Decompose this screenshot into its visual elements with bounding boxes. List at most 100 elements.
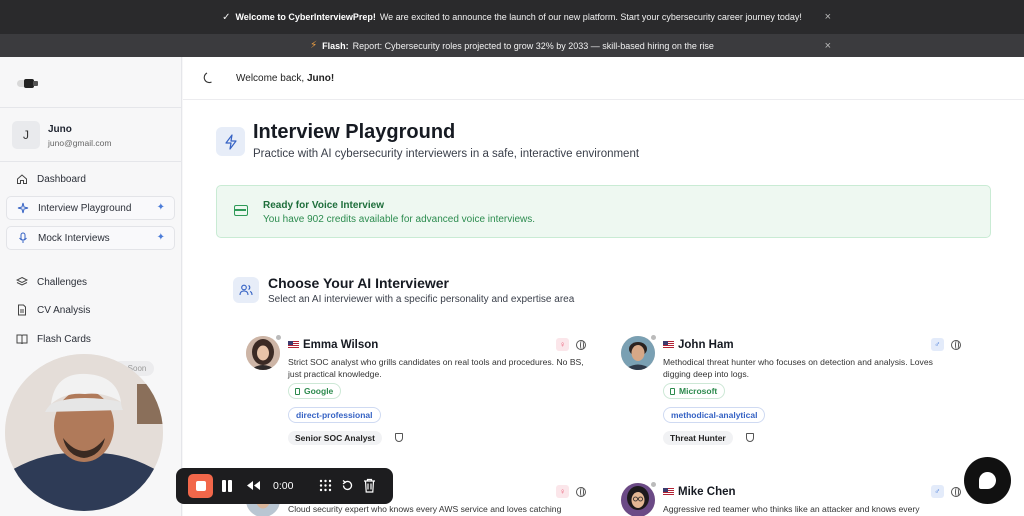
female-gender-icon: ♀ <box>556 485 569 498</box>
topbar: Welcome back, Juno! <box>183 57 1024 100</box>
webcam-overlay[interactable] <box>5 354 163 511</box>
flash-label: Flash: <box>322 40 349 51</box>
lightning-icon: ⚡ <box>310 40 318 51</box>
us-flag-icon <box>663 488 674 496</box>
credits-title: Ready for Voice Interview <box>263 200 384 211</box>
file-icon <box>15 304 28 317</box>
check-circle-icon: ✓ <box>222 11 231 23</box>
recording-toolbar: 0:00 <box>176 468 393 504</box>
sidebar-item-mock-interviews[interactable]: Mock Interviews ✦ <box>6 226 175 250</box>
interviewer-description: Methodical threat hunter who focuses on … <box>663 357 933 379</box>
interviewer-name: John Ham <box>678 339 734 351</box>
interviewer-photo <box>621 483 655 516</box>
globe-icon <box>576 487 586 497</box>
rewind-icon[interactable] <box>245 479 261 492</box>
globe-icon <box>951 340 961 350</box>
interviewer-card-mike[interactable]: Mike Chen ♂ Aggressive red teamer who th… <box>621 482 971 516</box>
pause-icon[interactable] <box>222 480 232 492</box>
banner-title: Welcome to CyberInterviewPrep! <box>235 12 376 22</box>
credits-notice: Ready for Voice Interview You have 902 c… <box>216 185 991 238</box>
us-flag-icon <box>663 341 674 349</box>
close-banner-button[interactable]: × <box>825 11 831 23</box>
company-badge: Microsoft <box>663 383 726 399</box>
shield-icon <box>746 433 754 442</box>
close-flash-button[interactable]: × <box>825 40 831 52</box>
style-tag: direct-professional <box>288 407 381 423</box>
interviewer-name: Emma Wilson <box>303 339 379 351</box>
interviewer-photo <box>621 336 655 370</box>
moon-icon[interactable] <box>202 71 216 85</box>
layers-icon <box>15 276 28 289</box>
female-gender-icon: ♀ <box>556 338 569 351</box>
interviewer-name-row: Emma Wilson <box>288 339 378 351</box>
company-name: Google <box>304 386 334 396</box>
announcement-banner: ✓ Welcome to CyberInterviewPrep! We are … <box>0 0 1024 34</box>
sidebar-item-label: Mock Interviews <box>38 232 110 244</box>
building-icon <box>670 387 675 395</box>
style-tag: methodical-analytical <box>663 407 766 423</box>
role-tag: Threat Hunter <box>663 431 733 445</box>
building-icon <box>295 387 300 395</box>
interviewer-name: Mike Chen <box>678 486 736 498</box>
sidebar-item-label: Dashboard <box>37 173 86 185</box>
restart-icon[interactable] <box>341 479 354 492</box>
sidebar-item-cv-analysis[interactable]: CV Analysis <box>6 298 175 322</box>
welcome-name: Juno! <box>306 73 335 84</box>
main-content: Welcome back, Juno! Interview Playground… <box>183 57 1024 516</box>
interviewer-card-emma[interactable]: Emma Wilson ♀ Strict SOC analyst who gri… <box>246 335 596 446</box>
chat-icon <box>979 472 996 489</box>
section-title: Choose Your AI Interviewer <box>268 275 450 291</box>
page-subtitle: Practice with AI cybersecurity interview… <box>253 148 640 160</box>
sidebar-item-label: CV Analysis <box>37 304 91 316</box>
credit-card-icon <box>234 205 248 216</box>
globe-icon <box>951 487 961 497</box>
sidebar-item-flash-cards[interactable]: Flash Cards <box>6 327 175 351</box>
flash-banner: ⚡ Flash: Report: Cybersecurity roles pro… <box>0 34 1024 57</box>
sidebar-item-dashboard[interactable]: Dashboard <box>6 167 175 191</box>
sidebar-item-label: Flash Cards <box>37 333 91 345</box>
users-icon <box>233 277 259 303</box>
status-dot <box>651 335 656 340</box>
user-email: juno@gmail.com <box>48 138 112 148</box>
grid-icon[interactable] <box>319 479 332 492</box>
welcome-prefix: Welcome back, <box>236 73 305 84</box>
interviewer-description: Cloud security expert who knows every AW… <box>288 504 562 514</box>
company-badge: Google <box>288 383 342 399</box>
sidebar-item-label: Challenges <box>37 276 88 288</box>
user-name: Juno <box>48 124 72 135</box>
flash-text: Report: Cybersecurity roles projected to… <box>352 40 714 51</box>
sparkle-badge-icon: ✦ <box>156 232 165 243</box>
sidebar-item-interview-playground[interactable]: Interview Playground ✦ <box>6 196 175 220</box>
interviewer-photo <box>246 336 280 370</box>
book-icon <box>15 333 28 346</box>
male-gender-icon: ♂ <box>931 338 944 351</box>
recording-timer: 0:00 <box>273 480 294 492</box>
welcome-message: Welcome back, Juno! <box>236 73 334 84</box>
stop-recording-button[interactable] <box>188 474 213 498</box>
banner-text: We are excited to announce the launch of… <box>379 12 802 22</box>
sidebar-item-challenges[interactable]: Challenges <box>6 270 175 294</box>
company-name: Microsoft <box>679 386 718 396</box>
sparkle-badge-icon: ✦ <box>156 202 165 213</box>
chat-support-button[interactable] <box>964 457 1011 504</box>
male-gender-icon: ♂ <box>931 485 944 498</box>
lightning-icon <box>216 127 245 156</box>
status-dot <box>651 482 656 487</box>
role-tag: Senior SOC Analyst <box>288 431 382 445</box>
globe-icon <box>576 340 586 350</box>
app-logo[interactable] <box>17 78 38 89</box>
status-dot <box>276 335 281 340</box>
interviewer-card-john[interactable]: John Ham ♂ Methodical threat hunter who … <box>621 335 971 446</box>
shield-icon <box>395 433 403 442</box>
section-subtitle: Select an AI interviewer with a specific… <box>268 294 575 305</box>
home-icon <box>15 173 28 186</box>
interviewer-description: Strict SOC analyst who grills candidates… <box>288 357 584 379</box>
interviewer-name-row: John Ham <box>663 339 734 351</box>
user-profile[interactable]: J Juno juno@gmail.com <box>0 107 181 162</box>
page-title: Interview Playground <box>253 121 456 143</box>
mic-icon <box>16 232 29 245</box>
interviewer-name-row: Mike Chen <box>663 486 736 498</box>
trash-icon[interactable] <box>363 478 376 493</box>
us-flag-icon <box>288 341 299 349</box>
sparkles-icon <box>16 202 29 215</box>
